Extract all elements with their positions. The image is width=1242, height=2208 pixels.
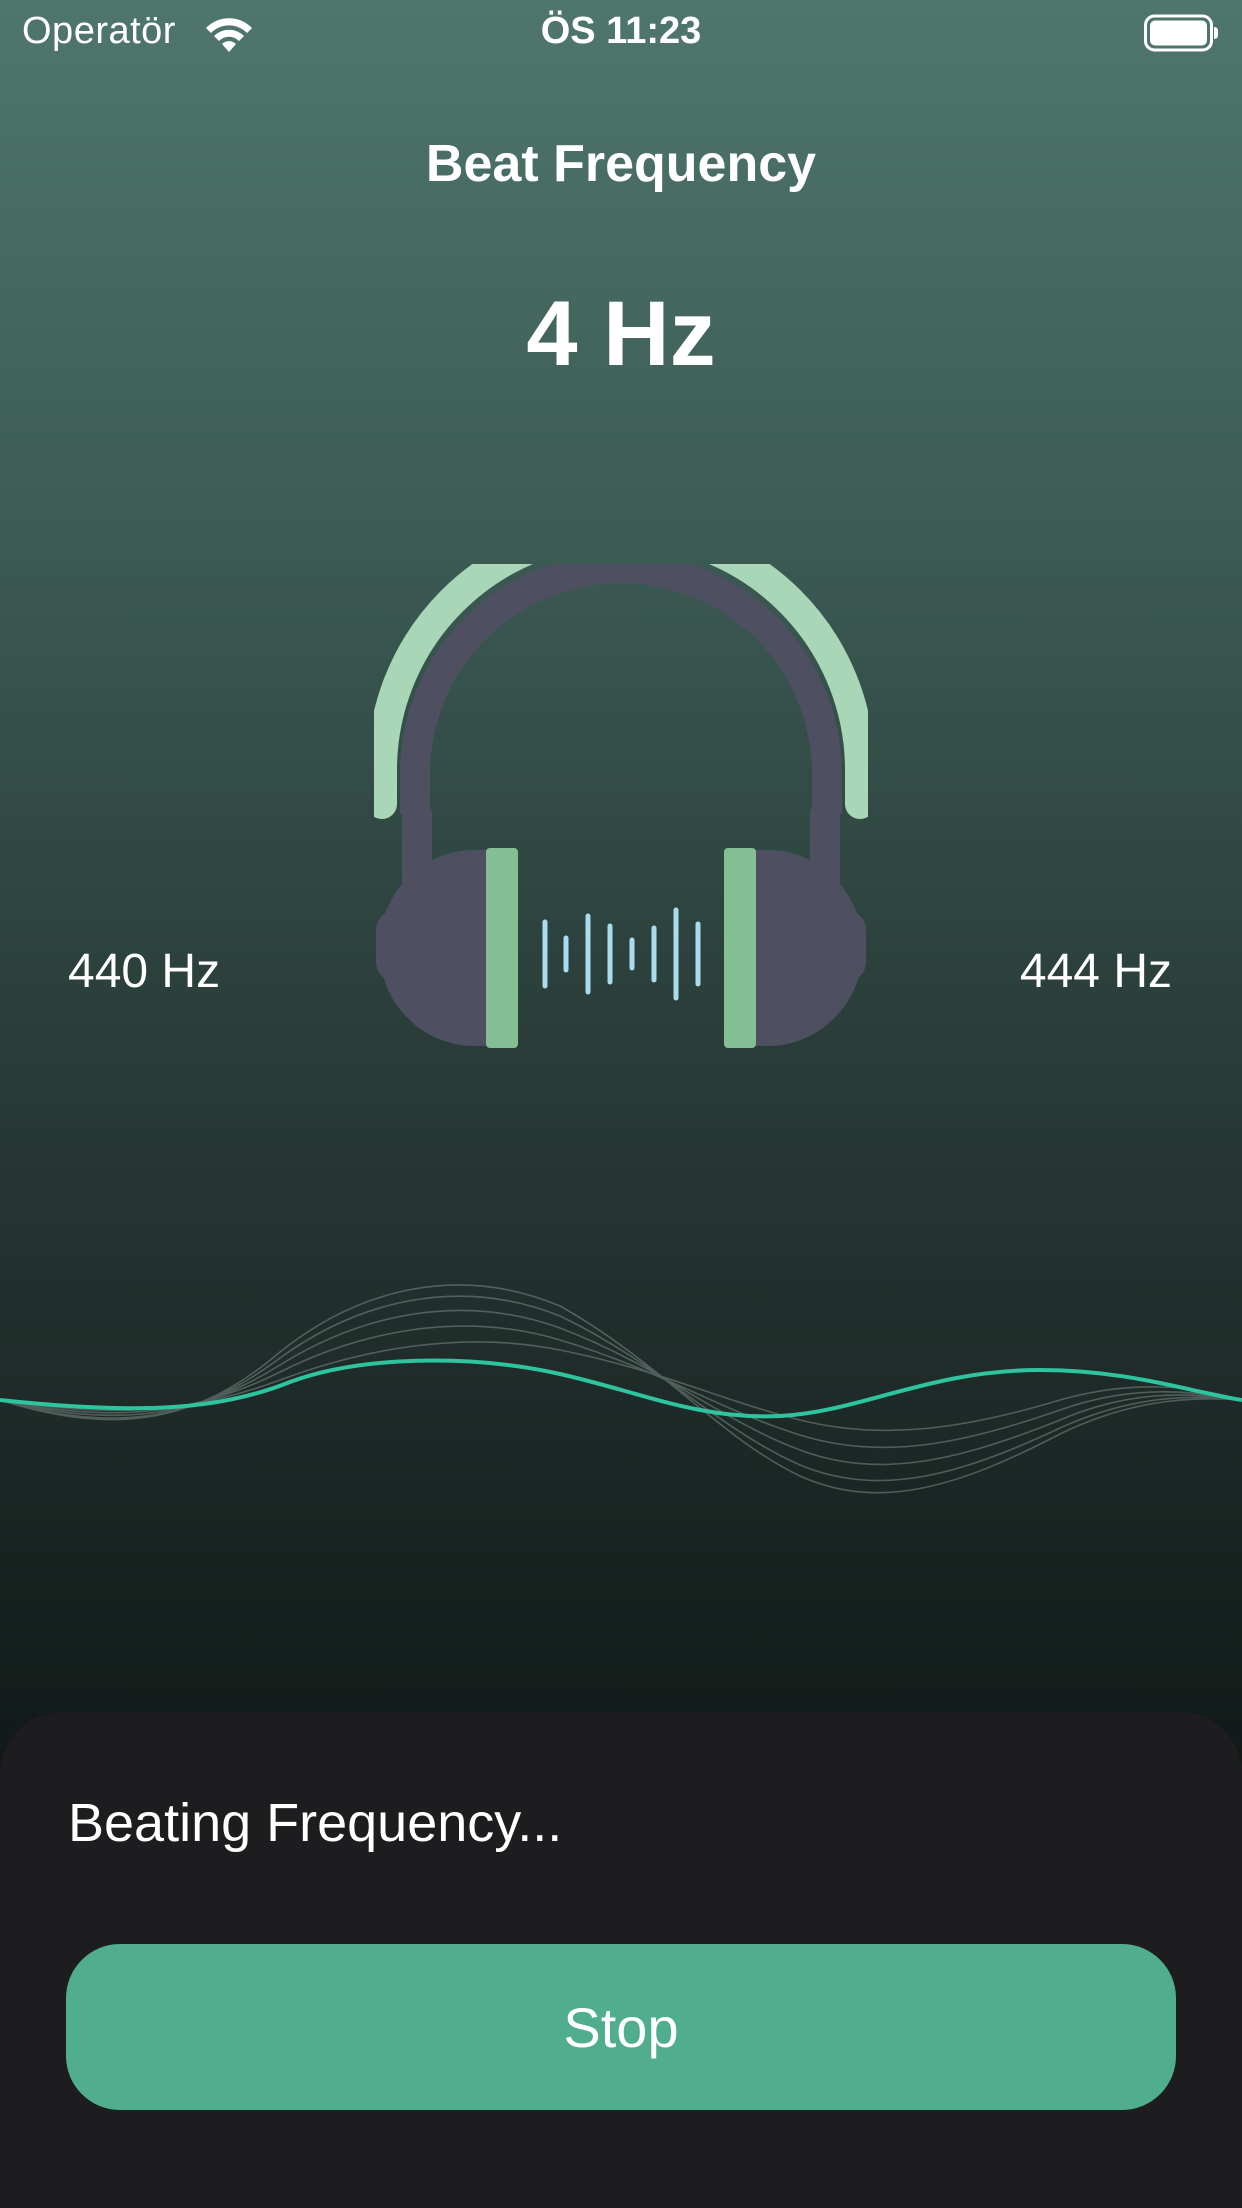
battery-full-icon <box>1144 14 1218 52</box>
app-screen: Operatör ÖS 11:23 Beat Frequency 4 Hz 44… <box>0 0 1242 2208</box>
right-channel-frequency: 444 Hz <box>1019 945 1172 998</box>
playback-status-text: Beating Frequency... <box>68 1793 563 1853</box>
bottom-sheet: Beating Frequency... Stop <box>0 1712 1242 2208</box>
status-time: ÖS 11:23 <box>540 10 702 52</box>
stop-button[interactable]: Stop <box>66 1944 1176 2110</box>
status-bar: Operatör ÖS 11:23 <box>0 0 1242 66</box>
sine-wave-icon <box>0 1284 1242 1494</box>
left-channel-frequency: 440 Hz <box>68 945 221 998</box>
headphones-icon <box>374 564 868 1048</box>
page-title: Beat Frequency <box>425 135 817 193</box>
beat-frequency-value: 4 Hz <box>526 283 716 385</box>
